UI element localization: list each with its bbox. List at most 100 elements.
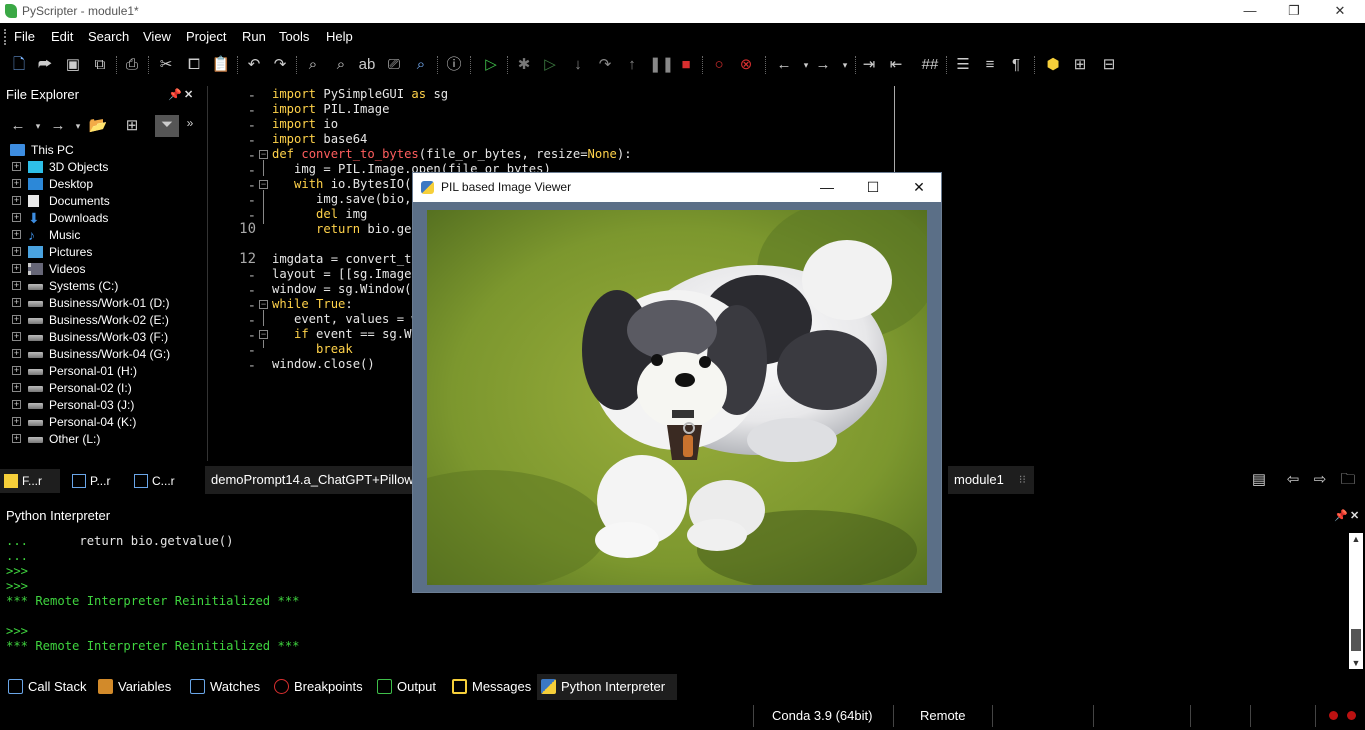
menu-search[interactable]: Search — [88, 29, 129, 44]
back-icon[interactable]: ← — [774, 55, 794, 75]
save-icon[interactable]: ▣ — [63, 55, 83, 75]
dedent-icon[interactable]: ⇤ — [886, 55, 906, 75]
paste-icon[interactable]: 📋 — [211, 55, 231, 75]
tree-item-drive-i[interactable]: + Personal-02 (I:) — [0, 380, 200, 397]
toolbar-grip[interactable] — [4, 29, 6, 45]
tree-item-documents[interactable]: + Documents — [0, 193, 200, 210]
explorer-forward-dropdown-icon[interactable]: ▾ — [68, 116, 88, 136]
explorer-back-dropdown-icon[interactable]: ▾ — [28, 116, 48, 136]
layout-icon[interactable]: ⊞ — [1070, 55, 1090, 75]
goto-icon[interactable]: ⌕ — [411, 55, 431, 75]
open-file-icon[interactable]: ⮫ — [35, 55, 55, 75]
tab-variables[interactable]: Variables — [94, 674, 171, 700]
expand-icon[interactable]: + — [12, 366, 21, 375]
tab-python-interpreter[interactable]: Python Interpreter — [537, 674, 677, 700]
tab-file-explorer[interactable]: F...r — [0, 469, 60, 493]
scroll-down-icon[interactable]: ▼ — [1349, 658, 1363, 668]
tab-project-explorer[interactable]: P...r — [68, 469, 110, 493]
tab-demoprompt14[interactable]: demoPrompt14.a_ChatGPT+Pillow. — [205, 466, 423, 494]
menu-run[interactable]: Run — [242, 29, 266, 44]
tree-item-drive-h[interactable]: + Personal-01 (H:) — [0, 363, 200, 380]
expand-icon[interactable]: + — [12, 162, 21, 171]
previous-tab-icon[interactable]: ⇦ — [1283, 470, 1303, 490]
pause-icon[interactable]: ❚❚ — [649, 55, 674, 75]
menu-project[interactable]: Project — [186, 29, 226, 44]
menu-tools[interactable]: Tools — [279, 29, 309, 44]
save-all-icon[interactable]: ⧉ — [90, 55, 110, 75]
tree-item-drive-d[interactable]: + Business/Work-01 (D:) — [0, 295, 200, 312]
tab-breakpoints[interactable]: Breakpoints — [270, 674, 363, 700]
expand-icon[interactable]: + — [12, 383, 21, 392]
expand-icon[interactable]: + — [12, 332, 21, 341]
forward-dropdown-icon[interactable]: ▾ — [835, 55, 855, 75]
new-tab-icon[interactable]: 🗀 — [1338, 470, 1358, 490]
tab-code-explorer[interactable]: C...r — [130, 469, 175, 493]
step-out-icon[interactable]: ↑ — [622, 55, 642, 75]
fold-toggle[interactable]: − — [259, 330, 268, 339]
scrollbar-thumb[interactable] — [1351, 629, 1361, 651]
expand-icon[interactable]: + — [12, 281, 21, 290]
new-file-icon[interactable]: 🗋 — [9, 55, 29, 75]
tree-item-downloads[interactable]: + ⬇ Downloads — [0, 210, 200, 227]
explorer-view-icon[interactable]: ⊞ — [122, 116, 142, 136]
tab-list-icon[interactable]: ▤ — [1249, 470, 1269, 490]
tab-module1[interactable]: module1 ⁝⁝ — [948, 466, 1034, 494]
expand-icon[interactable]: + — [12, 213, 21, 222]
find-in-files-icon[interactable]: ⎚ — [384, 55, 404, 75]
tree-item-music[interactable]: + ♪ Music — [0, 227, 200, 244]
comment-icon[interactable]: ## — [920, 55, 940, 75]
console-scrollbar[interactable]: ▲ ▼ — [1349, 533, 1363, 669]
tree-item-drive-c[interactable]: + Systems (C:) — [0, 278, 200, 295]
undo-icon[interactable]: ↶ — [244, 55, 264, 75]
expand-icon[interactable]: + — [12, 349, 21, 358]
explorer-filter-icon[interactable]: ⏷ — [155, 115, 179, 137]
viewer-close-button[interactable]: ✕ — [896, 173, 942, 202]
menu-edit[interactable]: Edit — [51, 29, 73, 44]
next-tab-icon[interactable]: ⇨ — [1310, 470, 1330, 490]
print-icon[interactable]: ⎙ — [122, 55, 142, 75]
minimize-button[interactable]: — — [1227, 0, 1273, 23]
tree-item-drive-f[interactable]: + Business/Work-03 (F:) — [0, 329, 200, 346]
abort-icon[interactable]: ■ — [676, 55, 696, 75]
expand-icon[interactable]: + — [12, 417, 21, 426]
expand-icon[interactable]: + — [12, 315, 21, 324]
viewer-title-bar[interactable]: PIL based Image Viewer — ☐ ✕ — [413, 173, 941, 202]
tree-item-drive-l[interactable]: + Other (L:) — [0, 431, 200, 448]
expand-icon[interactable]: + — [12, 434, 21, 443]
expand-icon[interactable]: + — [12, 247, 21, 256]
redo-icon[interactable]: ↷ — [270, 55, 290, 75]
tree-item-3d-objects[interactable]: +3D Objects — [0, 159, 200, 176]
copy-icon[interactable]: ⧠ — [184, 55, 204, 75]
viewer-maximize-button[interactable]: ☐ — [850, 173, 896, 202]
tree-item-drive-k[interactable]: + Personal-04 (K:) — [0, 414, 200, 431]
run-icon[interactable]: ▷ — [481, 55, 501, 75]
explorer-forward-icon[interactable]: → — [48, 116, 68, 136]
expand-icon[interactable]: + — [12, 400, 21, 409]
clear-breakpoints-icon[interactable]: ⊗ — [736, 55, 756, 75]
word-wrap-icon[interactable]: ≡ — [980, 55, 1000, 75]
info-icon[interactable]: ⓘ — [444, 55, 464, 75]
interpreter-pin-icon[interactable]: 📌 — [1334, 509, 1348, 522]
tree-item-this-pc[interactable]: This PC — [0, 142, 200, 159]
engine-mode[interactable]: Remote — [920, 708, 966, 723]
tab-watches[interactable]: Watches — [186, 674, 260, 700]
interpreter-close-icon[interactable]: ✕ — [1350, 509, 1359, 522]
tree-item-desktop[interactable]: + Desktop — [0, 176, 200, 193]
pilcrow-icon[interactable]: ¶ — [1006, 55, 1026, 75]
layouts-dropdown-icon[interactable]: ⊟ — [1099, 55, 1119, 75]
explorer-more-icon[interactable]: » — [180, 113, 200, 133]
fold-toggle[interactable]: − — [259, 150, 268, 159]
menu-file[interactable]: File — [14, 29, 35, 44]
viewer-minimize-button[interactable]: — — [804, 173, 850, 202]
python-versions-icon[interactable]: ⬢ — [1043, 55, 1063, 75]
expand-icon[interactable]: + — [12, 298, 21, 307]
menu-help[interactable]: Help — [326, 29, 353, 44]
explorer-back-icon[interactable]: ← — [8, 116, 28, 136]
explorer-open-folder-icon[interactable]: 📂 — [88, 116, 108, 136]
tree-item-videos[interactable]: + Videos — [0, 261, 200, 278]
step-into-icon[interactable]: ↓ — [568, 55, 588, 75]
fold-toggle[interactable]: − — [259, 300, 268, 309]
panel-close-icon[interactable]: ✕ — [184, 88, 193, 101]
tree-item-drive-g[interactable]: + Business/Work-04 (G:) — [0, 346, 200, 363]
close-button[interactable]: ✕ — [1317, 0, 1363, 23]
